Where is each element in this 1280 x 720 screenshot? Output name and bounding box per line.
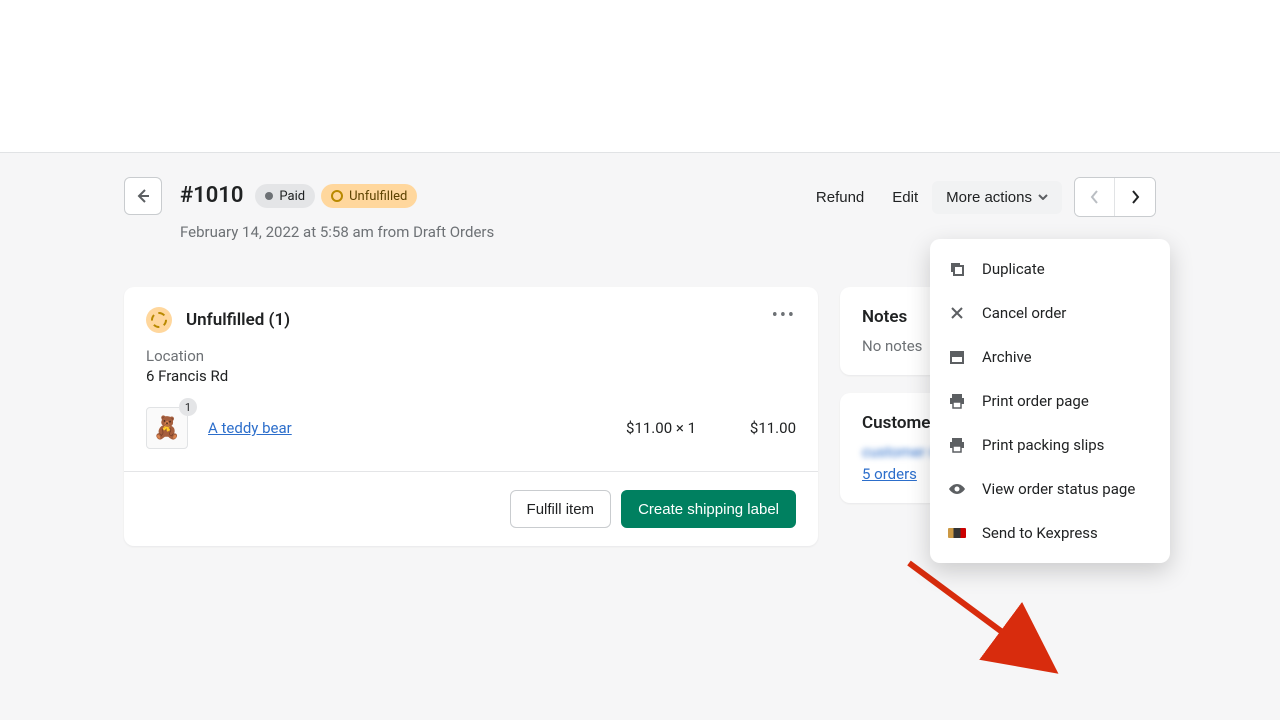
refund-button[interactable]: Refund xyxy=(802,181,878,214)
more-actions-label: More actions xyxy=(946,189,1032,206)
duplicate-icon xyxy=(948,260,966,278)
fulfill-item-button[interactable]: Fulfill item xyxy=(510,490,612,528)
unit-price: $11.00 × 1 xyxy=(626,419,696,437)
dropdown-label: Duplicate xyxy=(982,260,1045,278)
eye-icon xyxy=(948,480,966,498)
location-label: Location xyxy=(146,347,796,365)
prev-order-button xyxy=(1075,178,1115,216)
more-actions-button[interactable]: More actions xyxy=(932,181,1062,214)
dropdown-send-kexpress[interactable]: Send to Kexpress xyxy=(930,511,1170,555)
dropdown-print-order[interactable]: Print order page xyxy=(930,379,1170,423)
dropdown-label: Archive xyxy=(982,348,1032,366)
dropdown-label: Print order page xyxy=(982,392,1089,410)
dropdown-cancel[interactable]: Cancel order xyxy=(930,291,1170,335)
annotation-arrow xyxy=(899,553,1069,683)
dropdown-label: View order status page xyxy=(982,480,1135,498)
qty-badge: 1 xyxy=(179,398,197,416)
print-icon xyxy=(948,392,966,410)
dropdown-print-slips[interactable]: Print packing slips xyxy=(930,423,1170,467)
customer-orders-link[interactable]: 5 orders xyxy=(862,465,917,483)
dropdown-view-status[interactable]: View order status page xyxy=(930,467,1170,511)
print-icon xyxy=(948,436,966,454)
back-button[interactable] xyxy=(124,177,162,215)
dropdown-duplicate[interactable]: Duplicate xyxy=(930,247,1170,291)
unfulfilled-title: Unfulfilled (1) xyxy=(186,310,290,330)
close-icon xyxy=(948,304,966,322)
line-total: $11.00 xyxy=(696,419,796,437)
status-badge-paid: Paid xyxy=(255,184,315,208)
next-order-button[interactable] xyxy=(1115,178,1155,216)
kexpress-logo-icon xyxy=(948,524,966,542)
unfulfilled-card: Unfulfilled (1) ••• Location 6 Francis R… xyxy=(124,287,818,546)
line-item: 🧸 1 A teddy bear $11.00 × 1 $11.00 xyxy=(124,389,818,471)
edit-button[interactable]: Edit xyxy=(878,181,932,214)
chevron-left-icon xyxy=(1090,189,1100,205)
location-value: 6 Francis Rd xyxy=(146,367,796,385)
product-link[interactable]: A teddy bear xyxy=(208,419,292,437)
order-number: #1010 xyxy=(180,177,243,215)
dropdown-label: Cancel order xyxy=(982,304,1066,322)
card-more-button[interactable]: ••• xyxy=(772,305,796,326)
status-badge-unfulfilled: Unfulfilled xyxy=(321,184,417,208)
caret-down-icon xyxy=(1038,194,1048,200)
archive-icon xyxy=(948,348,966,366)
arrow-left-icon xyxy=(133,186,153,206)
more-actions-dropdown: Duplicate Cancel order Archive xyxy=(930,239,1170,563)
dropdown-label: Send to Kexpress xyxy=(982,524,1098,542)
create-shipping-label-button[interactable]: Create shipping label xyxy=(621,490,796,528)
dropdown-label: Print packing slips xyxy=(982,436,1104,454)
chevron-right-icon xyxy=(1130,189,1140,205)
dropdown-archive[interactable]: Archive xyxy=(930,335,1170,379)
unfulfilled-status-icon xyxy=(146,307,172,333)
